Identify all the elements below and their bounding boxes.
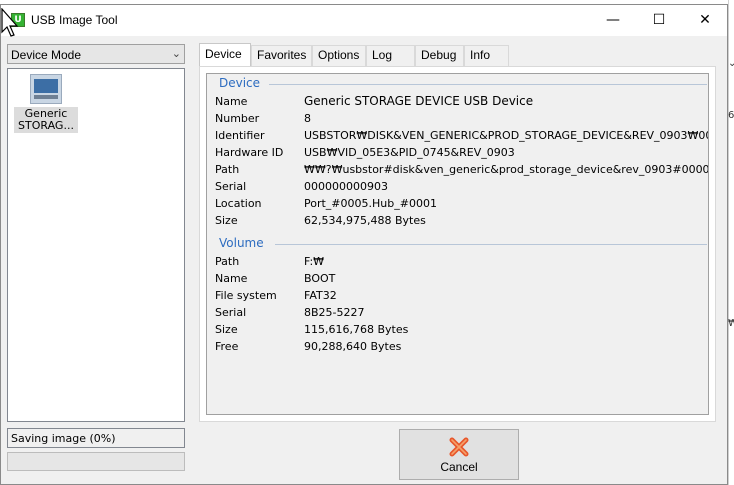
tab-favorites[interactable]: Favorites bbox=[251, 45, 312, 66]
device-list[interactable]: Generic STORAG... bbox=[7, 68, 185, 422]
status-text: Saving image (0%) bbox=[11, 432, 116, 445]
background-glyph: ₩ bbox=[728, 318, 734, 329]
device-location-value: Port_#0005.Hub_#0001 bbox=[304, 197, 437, 210]
mode-select-value: Device Mode bbox=[11, 48, 82, 62]
mouse-cursor-icon bbox=[1, 8, 19, 37]
device-info-panel: Device Name Generic STORAGE DEVICE USB D… bbox=[206, 73, 709, 415]
tab-device[interactable]: Device bbox=[199, 43, 251, 66]
tab-panel: Device Name Generic STORAGE DEVICE USB D… bbox=[199, 66, 716, 422]
maximize-button[interactable]: ☐ bbox=[636, 5, 682, 36]
volume-name-label: Name bbox=[215, 272, 248, 285]
device-path-value: ₩₩?₩usbstor#disk&ven_generic&prod_storag… bbox=[304, 163, 709, 176]
device-serial-value: 000000000903 bbox=[304, 180, 388, 193]
mode-select[interactable]: Device Mode ⌄ bbox=[7, 44, 185, 64]
progress-bar bbox=[7, 452, 185, 471]
red-x-icon bbox=[449, 437, 469, 457]
volume-group-heading: Volume bbox=[219, 236, 264, 250]
cancel-button-label: Cancel bbox=[440, 460, 478, 474]
group-divider bbox=[269, 84, 707, 85]
device-identifier-label: Identifier bbox=[215, 129, 265, 142]
device-identifier-value: USBSTOR₩DISK&VEN_GENERIC&PROD_STORAGE_DE… bbox=[304, 129, 709, 142]
usb-image-tool-window: U USB Image Tool — ☐ ✕ Device Mode ⌄ Gen… bbox=[0, 4, 728, 485]
titlebar[interactable]: U USB Image Tool — ☐ ✕ bbox=[1, 5, 727, 36]
volume-path-label: Path bbox=[215, 255, 240, 268]
tab-debug[interactable]: Debug bbox=[415, 45, 464, 66]
device-path-label: Path bbox=[215, 163, 240, 176]
device-number-value: 8 bbox=[304, 112, 311, 125]
status-box: Saving image (0%) bbox=[7, 428, 185, 448]
device-group-heading: Device bbox=[219, 76, 261, 90]
device-name-value: Generic STORAGE DEVICE USB Device bbox=[304, 94, 534, 108]
volume-path-value: F:₩ bbox=[304, 255, 325, 268]
device-location-label: Location bbox=[215, 197, 262, 210]
device-item-label: Generic STORAG... bbox=[14, 107, 78, 133]
device-name-label: Name bbox=[215, 95, 248, 108]
device-hardware-id-label: Hardware ID bbox=[215, 146, 284, 159]
chevron-down-icon: ⌄ bbox=[171, 47, 181, 60]
volume-filesystem-label: File system bbox=[215, 289, 277, 302]
tab-info[interactable]: Info bbox=[464, 45, 509, 66]
background-glyph: 6 bbox=[728, 110, 734, 121]
device-number-label: Number bbox=[215, 112, 260, 125]
volume-filesystem-value: FAT32 bbox=[304, 289, 337, 302]
close-button[interactable]: ✕ bbox=[682, 5, 728, 36]
volume-free-label: Free bbox=[215, 340, 239, 353]
tab-log[interactable]: Log bbox=[366, 45, 415, 66]
volume-size-label: Size bbox=[215, 323, 238, 336]
device-size-value: 62,534,975,488 Bytes bbox=[304, 214, 426, 227]
minimize-button[interactable]: — bbox=[590, 5, 636, 36]
device-size-label: Size bbox=[215, 214, 238, 227]
volume-serial-value: 8B25-5227 bbox=[304, 306, 365, 319]
window-title: USB Image Tool bbox=[31, 13, 118, 27]
device-serial-label: Serial bbox=[215, 180, 247, 193]
volume-size-value: 115,616,768 Bytes bbox=[304, 323, 409, 336]
tab-options[interactable]: Options bbox=[312, 45, 366, 66]
background-glyph: ⌄ bbox=[728, 58, 734, 69]
group-divider bbox=[275, 244, 707, 245]
volume-serial-label: Serial bbox=[215, 306, 247, 319]
device-hardware-id-value: USB₩VID_05E3&PID_0745&REV_0903 bbox=[304, 146, 515, 159]
usb-drive-icon bbox=[30, 74, 62, 104]
background-window-edge bbox=[728, 0, 734, 485]
cancel-button[interactable]: Cancel bbox=[399, 429, 519, 480]
volume-free-value: 90,288,640 Bytes bbox=[304, 340, 402, 353]
volume-name-value: BOOT bbox=[304, 272, 336, 285]
device-label-line2: STORAG... bbox=[18, 119, 74, 132]
